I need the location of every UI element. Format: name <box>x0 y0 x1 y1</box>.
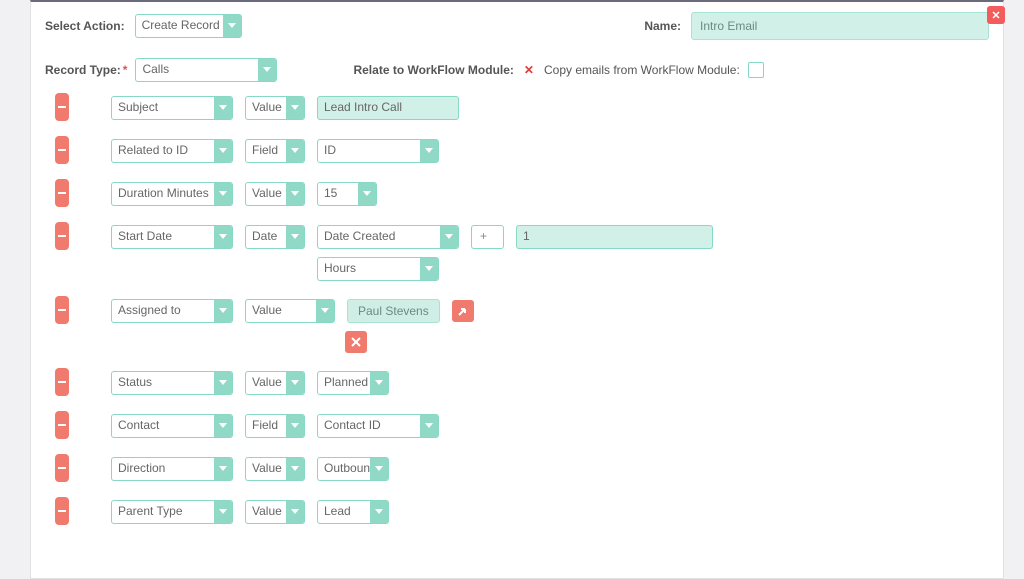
copy-emails-label: Copy emails from WorkFlow Module: <box>544 63 740 77</box>
remove-line-button[interactable] <box>55 296 69 324</box>
type-dropdown-startdate[interactable]: Date <box>245 225 305 249</box>
chevron-down-icon <box>358 183 376 205</box>
chevron-down-icon <box>286 415 304 437</box>
value-input-subject[interactable]: Lead Intro Call <box>317 96 459 120</box>
chevron-down-icon <box>286 226 304 248</box>
select-user-button[interactable] <box>452 300 474 322</box>
action-name-input[interactable] <box>691 12 989 40</box>
date-operator-dropdown[interactable]: + <box>471 225 504 249</box>
chevron-down-icon <box>214 140 232 162</box>
chevron-down-icon <box>214 415 232 437</box>
relate-module-label: Relate to WorkFlow Module: <box>353 63 513 77</box>
copy-emails-checkbox[interactable] <box>748 62 764 78</box>
assigned-user-tag: Paul Stevens <box>347 299 440 323</box>
field-dropdown-startdate[interactable]: Start Date <box>111 225 233 249</box>
type-dropdown-assigned[interactable]: Value <box>245 299 335 323</box>
chevron-down-icon <box>223 15 241 37</box>
chevron-down-icon <box>420 258 438 280</box>
date-unit-dropdown[interactable]: Hours <box>317 257 439 281</box>
field-dropdown-parent[interactable]: Parent Type <box>111 500 233 524</box>
chevron-down-icon <box>286 372 304 394</box>
value-dropdown-direction[interactable]: Outbound <box>317 457 389 481</box>
value-dropdown-related[interactable]: ID <box>317 139 439 163</box>
action-panel: ✕ Select Action: Create Record Name: Rec… <box>30 0 1004 579</box>
remove-line-button[interactable] <box>55 136 69 164</box>
close-panel-button[interactable]: ✕ <box>987 6 1005 24</box>
chevron-down-icon <box>286 183 304 205</box>
chevron-down-icon <box>370 372 388 394</box>
chevron-down-icon <box>214 501 232 523</box>
type-dropdown-duration[interactable]: Value <box>245 182 305 206</box>
chevron-down-icon <box>495 226 503 248</box>
remove-line-button[interactable] <box>55 222 69 250</box>
record-type-label: Record Type:* <box>45 63 127 77</box>
chevron-down-icon <box>370 458 388 480</box>
remove-line-button[interactable] <box>55 497 69 525</box>
remove-line-button[interactable] <box>55 368 69 396</box>
chevron-down-icon <box>286 140 304 162</box>
field-dropdown-duration[interactable]: Duration Minutes <box>111 182 233 206</box>
chevron-down-icon <box>286 501 304 523</box>
value-dropdown-parent[interactable]: Lead <box>317 500 389 524</box>
chevron-down-icon <box>440 226 458 248</box>
date-base-dropdown[interactable]: Date Created <box>317 225 459 249</box>
clear-user-button[interactable] <box>345 331 367 353</box>
field-dropdown-related[interactable]: Related to ID <box>111 139 233 163</box>
chevron-down-icon <box>258 59 276 81</box>
chevron-down-icon <box>420 140 438 162</box>
value-dropdown-contact[interactable]: Contact ID <box>317 414 439 438</box>
chevron-down-icon <box>214 226 232 248</box>
chevron-down-icon <box>214 458 232 480</box>
date-offset-input[interactable]: 1 <box>516 225 713 249</box>
type-dropdown-status[interactable]: Value <box>245 371 305 395</box>
chevron-down-icon <box>286 97 304 119</box>
value-dropdown-duration[interactable]: 15 <box>317 182 377 206</box>
type-dropdown-related[interactable]: Field <box>245 139 305 163</box>
chevron-down-icon <box>286 458 304 480</box>
field-dropdown-contact[interactable]: Contact <box>111 414 233 438</box>
chevron-down-icon <box>370 501 388 523</box>
type-dropdown-contact[interactable]: Field <box>245 414 305 438</box>
remove-line-button[interactable] <box>55 93 69 121</box>
remove-line-button[interactable] <box>55 454 69 482</box>
chevron-down-icon <box>214 97 232 119</box>
type-dropdown-parent[interactable]: Value <box>245 500 305 524</box>
chevron-down-icon <box>420 415 438 437</box>
field-dropdown-assigned[interactable]: Assigned to <box>111 299 233 323</box>
relate-module-clear-icon[interactable]: ✕ <box>524 63 534 77</box>
remove-line-button[interactable] <box>55 179 69 207</box>
chevron-down-icon <box>316 300 334 322</box>
chevron-down-icon <box>214 183 232 205</box>
value-dropdown-status[interactable]: Planned <box>317 371 389 395</box>
type-dropdown-subject[interactable]: Value <box>245 96 305 120</box>
select-action-label: Select Action: <box>45 19 125 33</box>
chevron-down-icon <box>214 372 232 394</box>
record-type-dropdown[interactable]: Calls <box>135 58 277 82</box>
field-dropdown-direction[interactable]: Direction <box>111 457 233 481</box>
chevron-down-icon <box>214 300 232 322</box>
name-label: Name: <box>644 19 681 33</box>
remove-line-button[interactable] <box>55 411 69 439</box>
field-dropdown-subject[interactable]: Subject <box>111 96 233 120</box>
type-dropdown-direction[interactable]: Value <box>245 457 305 481</box>
field-dropdown-status[interactable]: Status <box>111 371 233 395</box>
select-action-dropdown[interactable]: Create Record <box>135 14 242 38</box>
